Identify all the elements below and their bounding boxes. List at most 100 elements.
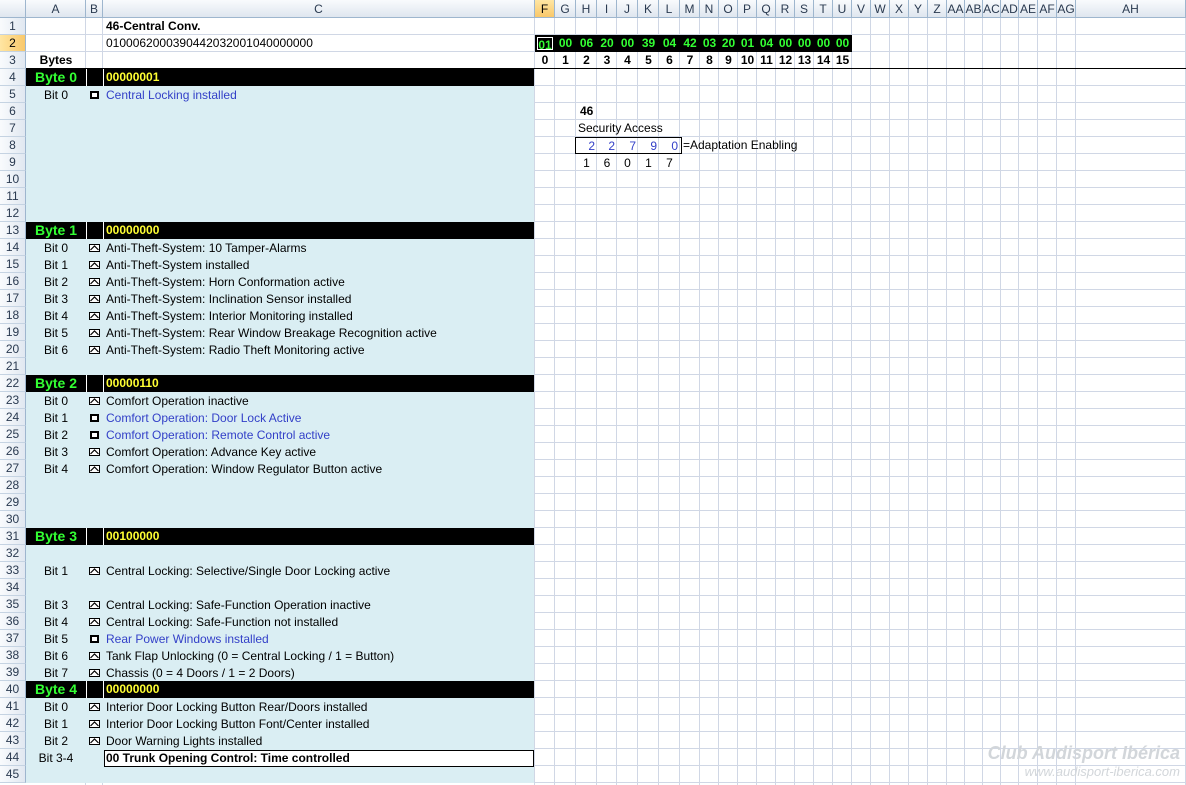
row-header-27[interactable]: 27 bbox=[0, 460, 26, 477]
row-header-17[interactable]: 17 bbox=[0, 290, 26, 307]
column-header-ac[interactable]: AC bbox=[983, 0, 1001, 18]
row-header-29[interactable]: 29 bbox=[0, 494, 26, 511]
hex-byte-10[interactable]: 01 bbox=[738, 35, 757, 52]
coding-string[interactable]: 0100062000390442032001040000000 bbox=[106, 35, 313, 51]
column-header-f[interactable]: F bbox=[535, 0, 555, 18]
row-header-44[interactable]: 44 bbox=[0, 749, 26, 766]
hex-byte-11[interactable]: 04 bbox=[757, 35, 776, 52]
column-header-ab[interactable]: AB bbox=[965, 0, 983, 18]
column-header-r[interactable]: R bbox=[776, 0, 795, 18]
hex-byte-14[interactable]: 00 bbox=[814, 35, 833, 52]
row-header-35[interactable]: 35 bbox=[0, 596, 26, 613]
column-header-l[interactable]: L bbox=[659, 0, 680, 18]
hex-byte-15[interactable]: 00 bbox=[833, 35, 852, 52]
row-header-19[interactable]: 19 bbox=[0, 324, 26, 341]
row-header-43[interactable]: 43 bbox=[0, 732, 26, 749]
column-header-x[interactable]: X bbox=[890, 0, 909, 18]
bit-checkbox[interactable] bbox=[89, 465, 100, 473]
column-header-s[interactable]: S bbox=[795, 0, 814, 18]
column-header-a[interactable]: A bbox=[26, 0, 86, 18]
login-digit-2[interactable]: 0 bbox=[617, 155, 638, 172]
row-header-41[interactable]: 41 bbox=[0, 698, 26, 715]
row-header-8[interactable]: 8 bbox=[0, 137, 26, 154]
bit-checkbox[interactable] bbox=[90, 414, 99, 422]
row-header-20[interactable]: 20 bbox=[0, 341, 26, 358]
column-header-u[interactable]: U bbox=[833, 0, 852, 18]
column-header-z[interactable]: Z bbox=[928, 0, 947, 18]
bit-checkbox[interactable] bbox=[89, 295, 100, 303]
row-header-22[interactable]: 22 bbox=[0, 375, 26, 392]
module-title[interactable]: 46-Central Conv. bbox=[106, 18, 200, 34]
bit-checkbox[interactable] bbox=[89, 618, 100, 626]
bit-checkbox[interactable] bbox=[89, 567, 100, 575]
row-header-24[interactable]: 24 bbox=[0, 409, 26, 426]
column-header-o[interactable]: O bbox=[719, 0, 738, 18]
bit-checkbox[interactable] bbox=[90, 431, 99, 439]
row-header-45[interactable]: 45 bbox=[0, 766, 26, 783]
byte-1-binary[interactable]: 00000000 bbox=[106, 222, 159, 239]
row-header-6[interactable]: 6 bbox=[0, 103, 26, 120]
column-header-h[interactable]: H bbox=[576, 0, 597, 18]
hex-byte-7[interactable]: 42 bbox=[680, 35, 700, 52]
bit-checkbox[interactable] bbox=[89, 703, 100, 711]
security-code-digit-0[interactable]: 2 bbox=[574, 138, 595, 155]
row-header-28[interactable]: 28 bbox=[0, 477, 26, 494]
column-header-v[interactable]: V bbox=[852, 0, 871, 18]
row-header-38[interactable]: 38 bbox=[0, 647, 26, 664]
bit-checkbox[interactable] bbox=[89, 397, 100, 405]
login-digit-0[interactable]: 1 bbox=[576, 155, 597, 172]
byte-2-binary[interactable]: 00000110 bbox=[106, 375, 159, 392]
column-header-c[interactable]: C bbox=[103, 0, 535, 18]
security-code-digit-2[interactable]: 7 bbox=[615, 138, 636, 155]
row-header-12[interactable]: 12 bbox=[0, 205, 26, 222]
row-header-11[interactable]: 11 bbox=[0, 188, 26, 205]
hex-byte-5[interactable]: 39 bbox=[638, 35, 659, 52]
bit-checkbox[interactable] bbox=[89, 244, 100, 252]
hex-byte-4[interactable]: 00 bbox=[617, 35, 638, 52]
column-header-i[interactable]: I bbox=[597, 0, 617, 18]
column-header-m[interactable]: M bbox=[680, 0, 700, 18]
row-header-16[interactable]: 16 bbox=[0, 273, 26, 290]
security-code-digit-1[interactable]: 2 bbox=[595, 138, 615, 155]
column-header-p[interactable]: P bbox=[738, 0, 757, 18]
login-digit-1[interactable]: 6 bbox=[597, 155, 617, 172]
trunk-opening-dropdown[interactable]: 00 Trunk Opening Control: Time controlle… bbox=[104, 750, 534, 767]
bit-checkbox[interactable] bbox=[89, 448, 100, 456]
row-header-30[interactable]: 30 bbox=[0, 511, 26, 528]
hex-byte-9[interactable]: 20 bbox=[719, 35, 738, 52]
byte-0-binary[interactable]: 00000001 bbox=[106, 69, 159, 86]
column-header-w[interactable]: W bbox=[871, 0, 890, 18]
row-header-4[interactable]: 4 bbox=[0, 69, 26, 86]
security-code-digit-3[interactable]: 9 bbox=[636, 138, 657, 155]
row-header-7[interactable]: 7 bbox=[0, 120, 26, 137]
bit-checkbox[interactable] bbox=[89, 346, 100, 354]
bit-checkbox[interactable] bbox=[89, 329, 100, 337]
login-digit-3[interactable]: 1 bbox=[638, 155, 659, 172]
row-header-34[interactable]: 34 bbox=[0, 579, 26, 596]
row-header-40[interactable]: 40 bbox=[0, 681, 26, 698]
row-header-18[interactable]: 18 bbox=[0, 307, 26, 324]
hex-byte-0[interactable]: 01 bbox=[535, 35, 555, 52]
row-header-26[interactable]: 26 bbox=[0, 443, 26, 460]
spreadsheet[interactable]: A B C F G H I J K L M N O P Q R S T U V W X Y Z AA AB AC AD AE AF AG AH… bbox=[0, 0, 1186, 785]
row-header-37[interactable]: 37 bbox=[0, 630, 26, 647]
column-header-g[interactable]: G bbox=[555, 0, 576, 18]
row-header-39[interactable]: 39 bbox=[0, 664, 26, 681]
corner-select-all[interactable] bbox=[0, 0, 26, 18]
bit-checkbox[interactable] bbox=[90, 635, 99, 643]
byte-3-binary[interactable]: 00100000 bbox=[106, 528, 159, 545]
hex-byte-1[interactable]: 00 bbox=[555, 35, 576, 52]
hex-byte-8[interactable]: 03 bbox=[700, 35, 719, 52]
row-header-42[interactable]: 42 bbox=[0, 715, 26, 732]
row-header-21[interactable]: 21 bbox=[0, 358, 26, 375]
row-header-23[interactable]: 23 bbox=[0, 392, 26, 409]
row-header-15[interactable]: 15 bbox=[0, 256, 26, 273]
hex-byte-13[interactable]: 00 bbox=[795, 35, 814, 52]
login-digit-4[interactable]: 7 bbox=[659, 155, 680, 172]
row-header-14[interactable]: 14 bbox=[0, 239, 26, 256]
row-header-25[interactable]: 25 bbox=[0, 426, 26, 443]
bit-checkbox[interactable] bbox=[89, 652, 100, 660]
bit-checkbox[interactable] bbox=[89, 312, 100, 320]
security-code-digit-4[interactable]: 0 bbox=[657, 138, 678, 155]
row-header-13[interactable]: 13 bbox=[0, 222, 26, 239]
